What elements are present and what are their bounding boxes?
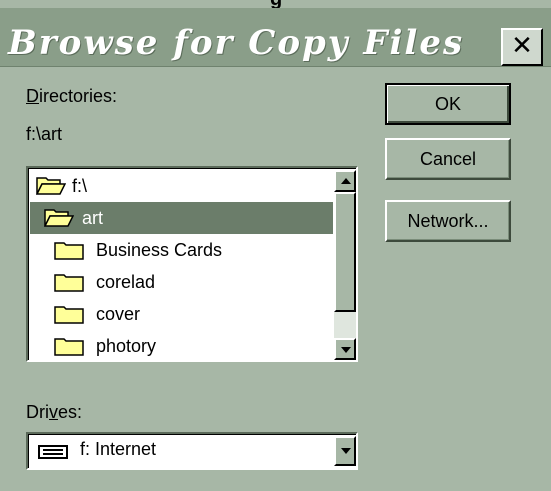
drives-selected-value: f: Internet xyxy=(80,439,157,459)
ok-button[interactable]: OK xyxy=(385,83,511,125)
directory-scrollbar[interactable] xyxy=(334,170,356,360)
dialog-title: Browse for Copy Files xyxy=(8,23,465,63)
title-bar[interactable]: Browse for Copy Files ✕ xyxy=(0,8,551,67)
folder-icon xyxy=(54,242,84,260)
arrow-down-icon xyxy=(341,347,351,353)
dir-item-corelad[interactable]: corelad xyxy=(30,266,333,298)
folder-open-icon xyxy=(44,209,74,227)
folder-icon xyxy=(54,274,84,292)
directory-list[interactable]: f:\ art Business Cards corelad cover pho… xyxy=(26,166,358,362)
folder-open-icon xyxy=(36,177,66,195)
dir-item-root[interactable]: f:\ xyxy=(30,170,333,202)
dir-item-art[interactable]: art xyxy=(30,202,333,234)
close-icon: ✕ xyxy=(511,31,533,61)
current-path: f:\art xyxy=(26,124,63,144)
network-button[interactable]: Network... xyxy=(385,200,511,242)
chevron-down-icon xyxy=(341,448,351,454)
network-drive-icon xyxy=(38,445,68,459)
drives-label: Drives: xyxy=(26,402,83,422)
dir-item-cover[interactable]: cover xyxy=(30,298,333,330)
dir-item-photory[interactable]: photory xyxy=(30,330,333,362)
drives-dropdown-button[interactable] xyxy=(334,436,356,466)
arrow-up-icon xyxy=(341,178,351,184)
browse-dialog: g Browse for Copy Files ✕ Directories: f… xyxy=(0,0,551,491)
close-button[interactable]: ✕ xyxy=(501,28,543,66)
cancel-button[interactable]: Cancel xyxy=(385,138,511,180)
directories-label: Directories: xyxy=(26,86,118,106)
folder-icon xyxy=(54,306,84,324)
folder-icon xyxy=(54,338,84,356)
scrollbar-thumb[interactable] xyxy=(334,192,356,312)
scroll-up-button[interactable] xyxy=(334,170,356,192)
scroll-down-button[interactable] xyxy=(334,338,356,360)
dir-item-business-cards[interactable]: Business Cards xyxy=(30,234,333,266)
drives-select[interactable]: f: Internet xyxy=(26,432,358,470)
